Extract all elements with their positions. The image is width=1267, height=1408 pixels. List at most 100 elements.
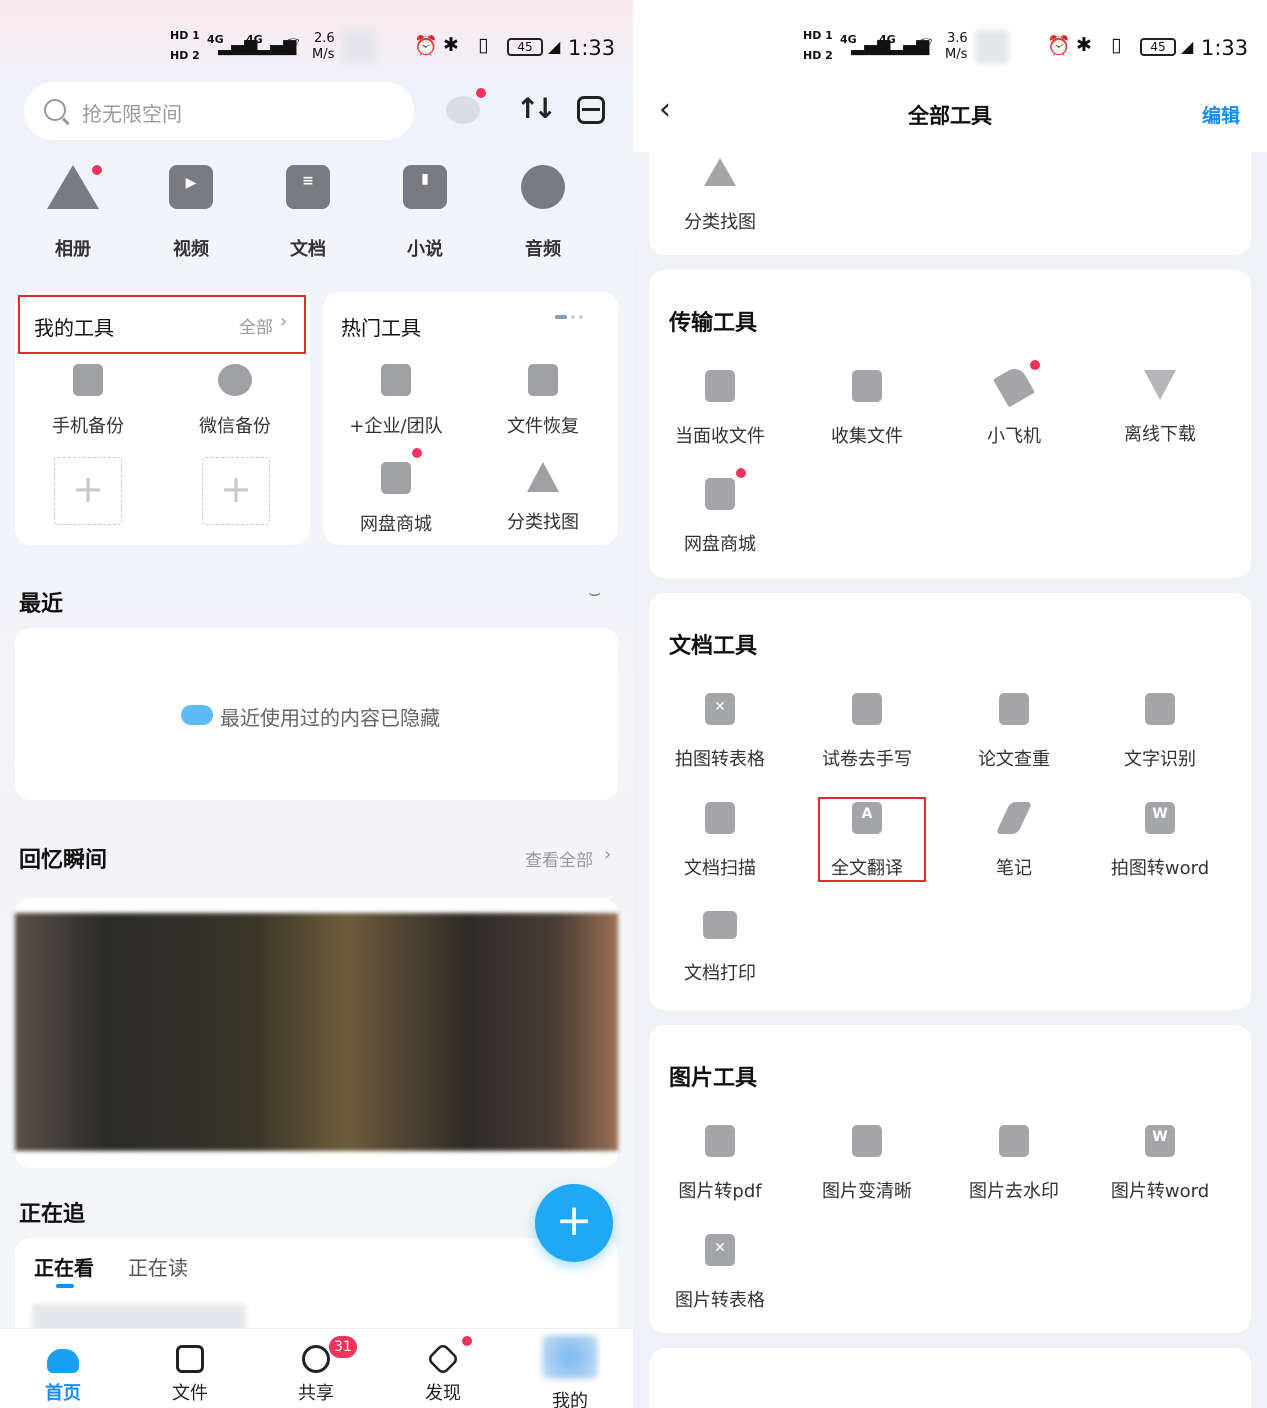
tool-image-search-label: 分类找图 [507,512,579,533]
memory-photo-blurred[interactable] [15,913,618,1151]
transfer-tools-title: 传输工具 [669,311,758,336]
share-badge: 31 [329,1336,357,1358]
page-title: 全部工具 [908,104,992,128]
tool-image-enhance[interactable]: 图片变清晰 [797,1125,937,1203]
vibrate-icon: ▯ [1111,34,1122,56]
transfer-tools-card: 传输工具 当面收文件 收集文件 小飞机 离线下载 网盘商城 [649,270,1251,578]
vibrate-icon: ▯ [478,34,489,56]
memories-card[interactable] [15,898,618,1168]
tool-paper-plane-label: 小飞机 [987,426,1041,447]
tool-remove-watermark[interactable]: 图片去水印 [944,1125,1084,1203]
image-to-table-icon: ✕ [705,1234,735,1266]
tool-remove-handwriting[interactable]: 试卷去手写 [797,693,937,771]
chevron-right-icon: › [604,844,612,865]
tool-notes[interactable]: 笔记 [944,802,1084,880]
share-icon [302,1345,330,1373]
tool-paper-plane[interactable]: 小飞机 [944,364,1084,448]
nav-discover[interactable]: 发现 [403,1342,483,1405]
tool-image-to-pdf[interactable]: 图片转pdf [650,1125,790,1203]
tool-face-receive[interactable]: 当面收文件 [650,370,790,448]
recent-hidden-message: 最近使用过的内容已隐藏 [220,706,440,730]
wifi-icon: ⌔ [284,32,303,56]
tool-wechat-backup[interactable]: 微信备份 [175,364,295,438]
battery-icon: 45 [1140,38,1176,56]
tool-file-recovery-label: 文件恢复 [507,416,579,437]
pen-icon [995,802,1033,834]
nav-files[interactable]: 文件 [150,1345,230,1405]
document-tools-title: 文档工具 [669,634,758,659]
clock: 1:33 [1201,36,1249,60]
tool-doc-scan-label: 文档扫描 [684,858,756,879]
doc-scan-icon [705,802,735,834]
category-novel[interactable]: ▮ 小说 [380,165,470,261]
scan-icon[interactable] [577,96,605,124]
tool-remove-handwriting-label: 试卷去手写 [822,749,912,770]
download-icon [1144,370,1176,400]
image-search-icon [704,158,736,186]
add-tool-slot-2[interactable]: + [202,457,270,525]
tool-photo-to-table[interactable]: ✕ 拍图转表格 [650,693,790,771]
tool-image-to-word[interactable]: W 图片转word [1090,1125,1230,1203]
tab-indicator [56,1284,74,1288]
store-badge [412,448,422,458]
edit-button[interactable]: 编辑 [1202,101,1240,128]
sheep-mascot-icon[interactable] [446,96,480,124]
tool-phone-backup-label: 手机备份 [52,416,124,437]
search-bar[interactable]: 抢无限空间 [24,82,414,140]
transfer-icon[interactable]: ↑↓ [516,92,557,125]
speed-unit: M/s [945,47,968,62]
nav-home[interactable]: 首页 [23,1345,103,1405]
fab-add-button[interactable]: + [535,1184,613,1262]
building-icon [381,364,411,396]
eye-closed-icon[interactable]: ⌣ [588,580,601,604]
battery-icon: 45 [507,38,543,56]
nav-me-label: 我的 [552,1391,588,1408]
watermark-icon [999,1125,1029,1157]
tool-file-recovery[interactable]: 文件恢复 [483,364,603,438]
tool-netdisk-store[interactable]: 网盘商城 [336,462,456,536]
speed-unit: M/s [312,47,335,62]
category-novel-label: 小说 [407,239,443,260]
highlight-box-my-tools [18,295,306,354]
leaf-icon: ◢ [548,37,561,56]
category-audio[interactable]: 音频 [498,165,588,261]
tool-plagiarism-check[interactable]: 论文查重 [944,693,1084,771]
wechat-backup-icon [218,364,252,396]
tool-image-search[interactable]: 分类找图 [650,158,790,234]
add-tool-slot-1[interactable]: + [54,457,122,525]
category-album[interactable]: 相册 [28,165,118,261]
tab-reading[interactable]: 正在读 [128,1252,188,1281]
tool-enterprise-team[interactable]: +企业/团队 [336,364,456,438]
image-tools-card: 图片工具 图片转pdf 图片变清晰 图片去水印 W 图片转word ✕ 图片转表… [649,1025,1251,1333]
tool-photo-to-table-label: 拍图转表格 [675,749,765,770]
album-badge [92,165,102,175]
memories-title: 回忆瞬间 [19,848,108,873]
tool-photo-to-word[interactable]: W 拍图转word [1090,802,1230,880]
audio-icon [521,165,565,209]
tab-watching[interactable]: 正在看 [34,1252,94,1281]
tool-ocr[interactable]: 文字识别 [1090,693,1230,771]
tool-image-search[interactable]: 分类找图 [483,462,603,534]
tool-collect-files[interactable]: 收集文件 [797,370,937,448]
novel-icon: ▮ [403,165,447,209]
nav-me[interactable]: 我的 [530,1335,610,1408]
tool-phone-backup[interactable]: 手机备份 [28,364,148,438]
speed-value: 2.6 [314,31,335,46]
bluetooth-icon: ✱ [1076,34,1092,56]
category-video[interactable]: ▶ 视频 [146,165,236,261]
tool-netdisk-store[interactable]: 网盘商城 [650,478,790,556]
memories-view-all[interactable]: 查看全部 [525,846,593,871]
category-document[interactable]: ≡ 文档 [263,165,353,261]
cloud-icon [181,705,213,725]
discover-icon [426,1342,460,1376]
page-indicator-active [555,315,567,319]
bluetooth-icon: ✱ [443,34,459,56]
pdf-icon [705,1125,735,1157]
highlight-box-full-translate [818,797,926,882]
tool-offline-download[interactable]: 离线下载 [1090,370,1230,446]
tool-doc-scan[interactable]: 文档扫描 [650,802,790,880]
home-cloud-icon [47,1349,79,1373]
nav-share-label: 共享 [298,1383,334,1404]
tool-doc-print[interactable]: 文档打印 [650,911,790,985]
tool-image-to-table[interactable]: ✕ 图片转表格 [650,1234,790,1312]
